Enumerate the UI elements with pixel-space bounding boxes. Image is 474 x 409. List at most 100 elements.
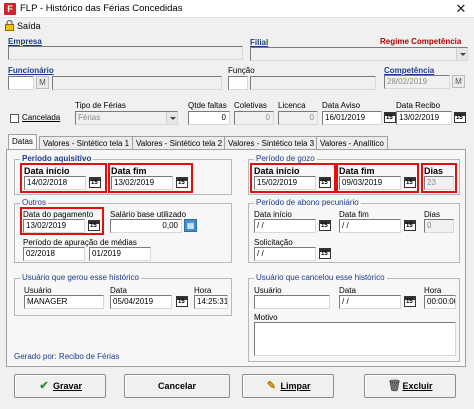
outros-title: Outros bbox=[20, 198, 49, 207]
calculator-icon[interactable]: ▦ bbox=[184, 219, 197, 232]
lock-icon bbox=[5, 20, 14, 31]
chevron-down-icon[interactable] bbox=[456, 48, 467, 60]
periodo-aquisitivo-title: Período aquisitivo bbox=[20, 154, 94, 163]
gerou-data-label: Data bbox=[110, 286, 127, 295]
cancelada-checkbox[interactable] bbox=[10, 114, 19, 123]
aquisitivo-inicio-label: Data início bbox=[24, 166, 70, 176]
solicitacao-field[interactable]: / / bbox=[254, 247, 316, 261]
apuracao-inicio-field[interactable]: 02/2018 bbox=[23, 247, 85, 261]
calendar-icon[interactable] bbox=[319, 177, 331, 188]
apuracao-label: Período de apuração de médias bbox=[23, 238, 137, 247]
cancelou-hora-field[interactable]: 00:00:00 bbox=[424, 295, 456, 309]
salario-label: Salário base utilizado bbox=[110, 210, 187, 219]
empresa-field[interactable] bbox=[8, 46, 243, 60]
abono-inicio-field[interactable]: / / bbox=[254, 219, 316, 233]
gozo-fim-label: Data fim bbox=[339, 166, 375, 176]
gerou-data-field: 05/04/2019 bbox=[110, 295, 172, 309]
data-recibo-field[interactable]: 13/02/2019 bbox=[396, 111, 452, 125]
calendar-icon[interactable] bbox=[89, 177, 101, 188]
close-button[interactable]: ✕ bbox=[452, 1, 470, 17]
filial-select[interactable] bbox=[250, 47, 468, 61]
abono-dias-field: 0 bbox=[424, 219, 454, 233]
competencia-label: Competência bbox=[384, 66, 435, 75]
coletivas-field[interactable]: 0 bbox=[234, 111, 274, 125]
cancelar-label: Cancelar bbox=[157, 381, 197, 391]
funcao-label: Função bbox=[228, 66, 255, 75]
calendar-icon[interactable] bbox=[319, 220, 331, 231]
limpar-button[interactable]: ✎ Limpar bbox=[242, 374, 334, 398]
tab-datas[interactable]: Datas bbox=[8, 134, 37, 150]
limpar-label: Limpar bbox=[280, 381, 311, 391]
calendar-icon[interactable] bbox=[454, 112, 466, 123]
calendar-icon[interactable] bbox=[404, 177, 416, 188]
qtde-faltas-field[interactable]: 0 bbox=[188, 111, 230, 125]
gozo-dias-label: Dias bbox=[424, 166, 444, 176]
funcionario-name-field bbox=[52, 76, 222, 90]
gerou-usuario-label: Usuário bbox=[24, 286, 52, 295]
qtde-faltas-label: Qtde faltas bbox=[188, 101, 227, 110]
competencia-lookup-icon[interactable]: M bbox=[452, 75, 465, 88]
gozo-fim-field[interactable]: 09/03/2019 bbox=[339, 176, 401, 190]
aquisitivo-fim-label: Data fim bbox=[111, 166, 147, 176]
tab-valores-sintetico-1[interactable]: Valores - Sintético tela 1 bbox=[39, 136, 134, 150]
abono-inicio-label: Data início bbox=[254, 210, 292, 219]
eraser-icon: ✎ bbox=[266, 380, 277, 392]
tab-valores-analitico[interactable]: Valores - Analítico bbox=[316, 136, 388, 150]
calendar-icon[interactable] bbox=[404, 296, 416, 307]
funcionario-code-field[interactable] bbox=[8, 76, 34, 90]
cancelou-usuario-label: Usuário bbox=[254, 286, 282, 295]
regime-competencia-label: Regime Competência bbox=[380, 37, 462, 46]
gozo-inicio-label: Data início bbox=[254, 166, 300, 176]
funcao-code-field[interactable] bbox=[228, 76, 248, 90]
tab-valores-sintetico-3[interactable]: Valores - Sintético tela 3 bbox=[224, 136, 319, 150]
excluir-label: Excluir bbox=[402, 381, 433, 391]
gozo-dias-field: 23 bbox=[424, 176, 454, 190]
licenca-label: Licenca bbox=[278, 101, 306, 110]
pagamento-label: Data do pagamento bbox=[23, 210, 94, 219]
trash-icon: 🗑 bbox=[387, 380, 402, 392]
calendar-icon[interactable] bbox=[384, 112, 396, 123]
gozo-inicio-field[interactable]: 15/02/2019 bbox=[254, 176, 316, 190]
periodo-gozo-title: Período de gozo bbox=[254, 154, 317, 163]
funcao-name-field bbox=[250, 76, 376, 90]
chevron-down-icon[interactable] bbox=[166, 112, 177, 124]
coletivas-label: Coletivas bbox=[234, 101, 267, 110]
motivo-label: Motivo bbox=[254, 313, 278, 322]
checkmark-icon: ✔ bbox=[39, 380, 49, 392]
cancelou-hora-label: Hora bbox=[424, 286, 442, 295]
calendar-icon[interactable] bbox=[88, 220, 100, 231]
menu-saida[interactable]: Saída bbox=[17, 21, 41, 31]
cancelar-button[interactable]: Cancelar bbox=[124, 374, 230, 398]
data-aviso-field[interactable]: 16/01/2019 bbox=[322, 111, 382, 125]
calendar-icon[interactable] bbox=[404, 220, 416, 231]
aquisitivo-inicio-field[interactable]: 14/02/2018 bbox=[24, 176, 86, 190]
cancelou-data-field[interactable]: / / bbox=[339, 295, 401, 309]
calendar-icon[interactable] bbox=[176, 177, 188, 188]
funcionario-lookup-icon[interactable]: M bbox=[36, 76, 49, 89]
gravar-button[interactable]: ✔ Gravar bbox=[14, 374, 106, 398]
tab-valores-sintetico-2[interactable]: Valores - Sintético tela 2 bbox=[132, 136, 227, 150]
cancelou-usuario-field[interactable] bbox=[254, 295, 330, 309]
gerado-por-text: Gerado por: Recibo de Férias bbox=[14, 352, 120, 361]
tipo-ferias-label: Tipo de Férias bbox=[75, 101, 126, 110]
competencia-field[interactable]: 28/02/2019 bbox=[384, 75, 450, 89]
data-aviso-label: Data Aviso bbox=[322, 101, 361, 110]
abono-title: Período de abono pecuniário bbox=[254, 198, 361, 207]
pagamento-field[interactable]: 13/02/2019 bbox=[23, 219, 85, 233]
solicitacao-label: Solicitação bbox=[254, 238, 293, 247]
data-recibo-label: Data Recibo bbox=[396, 101, 441, 110]
motivo-textarea[interactable] bbox=[254, 322, 456, 356]
abono-fim-label: Data fim bbox=[339, 210, 369, 219]
salario-field[interactable]: 0,00 bbox=[110, 219, 182, 233]
abono-fim-field[interactable]: / / bbox=[339, 219, 401, 233]
calendar-icon[interactable] bbox=[319, 248, 331, 259]
tipo-ferias-select[interactable]: Férias bbox=[75, 111, 178, 125]
excluir-button[interactable]: 🗑Excluir bbox=[364, 374, 456, 398]
calendar-icon bbox=[176, 296, 188, 307]
cancelada-label: Cancelada bbox=[22, 113, 61, 122]
apuracao-fim-field[interactable]: 01/2019 bbox=[89, 247, 151, 261]
gerou-hora-field: 14:25:31 bbox=[194, 295, 228, 309]
licenca-field[interactable]: 0 bbox=[278, 111, 318, 125]
cancelou-data-label: Data bbox=[339, 286, 356, 295]
aquisitivo-fim-field[interactable]: 13/02/2019 bbox=[111, 176, 173, 190]
